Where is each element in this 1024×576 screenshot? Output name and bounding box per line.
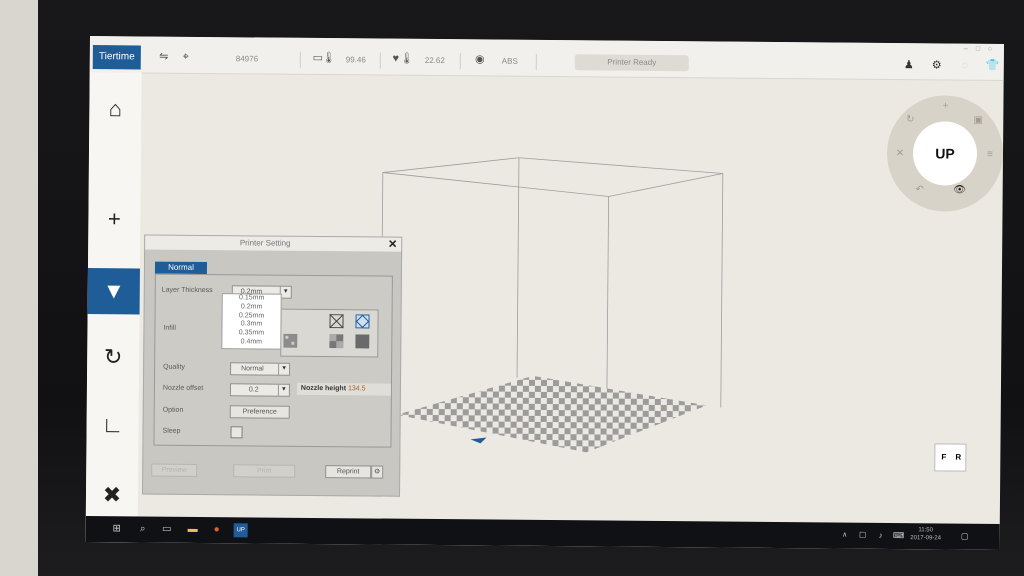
layer-thickness-dropdown[interactable]: 0.15mm 0.2mm 0.25mm 0.3mm 0.35mm 0.4mm	[221, 293, 282, 350]
control-wheel[interactable]: + ↻ ▣ ✕ ≡ ↶ 👁 UP	[886, 94, 1004, 212]
chevron-down-icon[interactable]: ▼	[278, 363, 290, 375]
nozzle-height-value: 134.5	[347, 385, 366, 393]
nozzle-height-label: Nozzle height	[300, 384, 347, 393]
sleep-label: Sleep	[162, 427, 181, 435]
quality-label: Quality	[163, 363, 185, 371]
view-cube[interactable]: F R	[934, 443, 967, 472]
quality-select[interactable]: Normal ▼	[230, 362, 291, 376]
close-window-icon[interactable]: ○	[988, 46, 992, 53]
option-label: Option	[162, 406, 184, 414]
keyboard-icon[interactable]: ⌨	[892, 529, 906, 543]
thermometer-icon: 🌡	[399, 52, 414, 65]
nozzle-offset-select[interactable]: 0.2 ▼	[229, 383, 290, 397]
nozzle-height-display: Nozzle height 134.5	[296, 382, 391, 396]
close-icon[interactable]: ✕	[388, 238, 397, 251]
material-type: ABS	[501, 56, 518, 66]
print-button[interactable]: Print	[233, 464, 296, 478]
preference-button[interactable]: Preference	[229, 405, 290, 419]
build-volume-view[interactable]	[336, 150, 819, 514]
screen: Tiertime ⇋ ⌖ 84976 ▭ 🌡 99.46 ♥ 🌡 22.62 ◉…	[85, 36, 1004, 550]
rotate-view-icon[interactable]: ↻	[903, 113, 917, 127]
tools-icon[interactable]: ✖	[86, 472, 138, 518]
divider	[535, 53, 537, 70]
center-icon[interactable]: ✕	[893, 147, 907, 161]
serial-number: 84976	[235, 54, 259, 64]
nozzle-offset-label: Nozzle offset	[162, 384, 204, 393]
background-wall	[0, 0, 38, 576]
infill-option-cross[interactable]	[329, 314, 344, 329]
eye-icon[interactable]: 👁	[953, 184, 967, 198]
sync-icon[interactable]: ◌	[958, 59, 972, 73]
user-icon[interactable]: ♟	[902, 58, 916, 72]
divider	[299, 51, 301, 68]
dialog-title: Printer Setting	[239, 238, 291, 248]
chevron-down-icon[interactable]: ▼	[277, 384, 289, 396]
add-icon[interactable]: +	[88, 196, 140, 242]
preview-button[interactable]: Preview	[151, 463, 198, 477]
nozzle-offset-value: 0.2	[248, 386, 259, 394]
minimize-icon[interactable]: –	[964, 46, 968, 53]
rotate-icon[interactable]: ↻	[87, 334, 139, 380]
home-icon[interactable]: ⌂	[89, 86, 141, 132]
fit-view-icon[interactable]: ▣	[971, 114, 985, 128]
view-cube-right[interactable]: R	[955, 453, 961, 462]
layer-thickness-label: Layer Thickness	[161, 286, 213, 295]
up-studio-taskbar-icon[interactable]: UP	[233, 523, 248, 538]
printer-icon[interactable]: ▼	[87, 267, 140, 315]
zoom-in-icon[interactable]: +	[938, 99, 952, 113]
printer-connection-icon: ⌖	[182, 50, 189, 63]
notification-icon[interactable]: ▢	[958, 530, 972, 544]
usb-icon: ⇋	[159, 50, 169, 63]
divider	[379, 52, 381, 69]
view-cube-front[interactable]: F	[941, 452, 946, 461]
infill-option-diamond[interactable]	[355, 314, 370, 329]
list-icon[interactable]: ≡	[983, 148, 997, 162]
material-icon: ◉	[474, 53, 485, 66]
divider	[459, 53, 461, 70]
infill-option-dense[interactable]	[283, 333, 298, 348]
chevron-up-icon[interactable]: ∧	[838, 529, 852, 543]
clock-date: 2017-09-24	[910, 535, 942, 542]
printer-status: Printer Ready	[574, 54, 689, 72]
dropdown-option[interactable]: 0.4mm	[222, 338, 280, 347]
sidebar: ⌂ + ▼ ↻ ∟ ✖	[85, 71, 142, 543]
task-view-icon[interactable]: ▭	[160, 523, 174, 537]
file-explorer-icon[interactable]: ▬	[186, 523, 200, 537]
bed-temperature: 99.46	[345, 55, 366, 65]
nozzle-temperature: 22.62	[424, 55, 445, 66]
reprint-settings-icon[interactable]: ⚙	[371, 465, 384, 479]
reprint-button[interactable]: Reprint	[325, 465, 372, 479]
quality-value: Normal	[241, 365, 264, 373]
scale-icon[interactable]: ∟	[86, 402, 138, 448]
thermometer-icon: 🌡	[321, 52, 336, 65]
infill-option-solid[interactable]	[355, 334, 370, 349]
infill-options	[280, 308, 379, 358]
printer-setting-dialog: Printer Setting ✕ Normal Layer Thickness…	[142, 234, 403, 497]
volume-icon[interactable]: ♪	[874, 529, 888, 543]
shirt-icon[interactable]: 👕	[986, 59, 1000, 73]
sleep-checkbox[interactable]	[230, 426, 243, 439]
search-icon[interactable]: ⌕	[136, 522, 150, 536]
firefox-icon[interactable]: ●	[210, 523, 224, 537]
tab-normal[interactable]: Normal	[154, 261, 208, 275]
windows-start-icon[interactable]: ⊞	[110, 522, 124, 536]
origin-marker	[470, 437, 487, 444]
infill-option-checker[interactable]	[329, 334, 344, 349]
app-logo: Tiertime	[92, 45, 141, 70]
network-icon[interactable]: ☐	[856, 529, 870, 543]
top-status-bar: Tiertime ⇋ ⌖ 84976 ▭ 🌡 99.46 ♥ 🌡 22.62 ◉…	[89, 36, 1004, 81]
maximize-icon[interactable]: □	[976, 46, 980, 53]
build-plate	[396, 375, 707, 453]
taskbar-clock[interactable]: 11:50 2017-09-24	[906, 526, 946, 542]
undo-icon[interactable]: ↶	[913, 183, 927, 197]
up-button[interactable]: UP	[912, 121, 978, 186]
dialog-titlebar[interactable]: Printer Setting ✕	[145, 235, 402, 252]
infill-label: Infill	[163, 324, 176, 332]
settings-icon[interactable]: ⚙	[930, 58, 944, 72]
